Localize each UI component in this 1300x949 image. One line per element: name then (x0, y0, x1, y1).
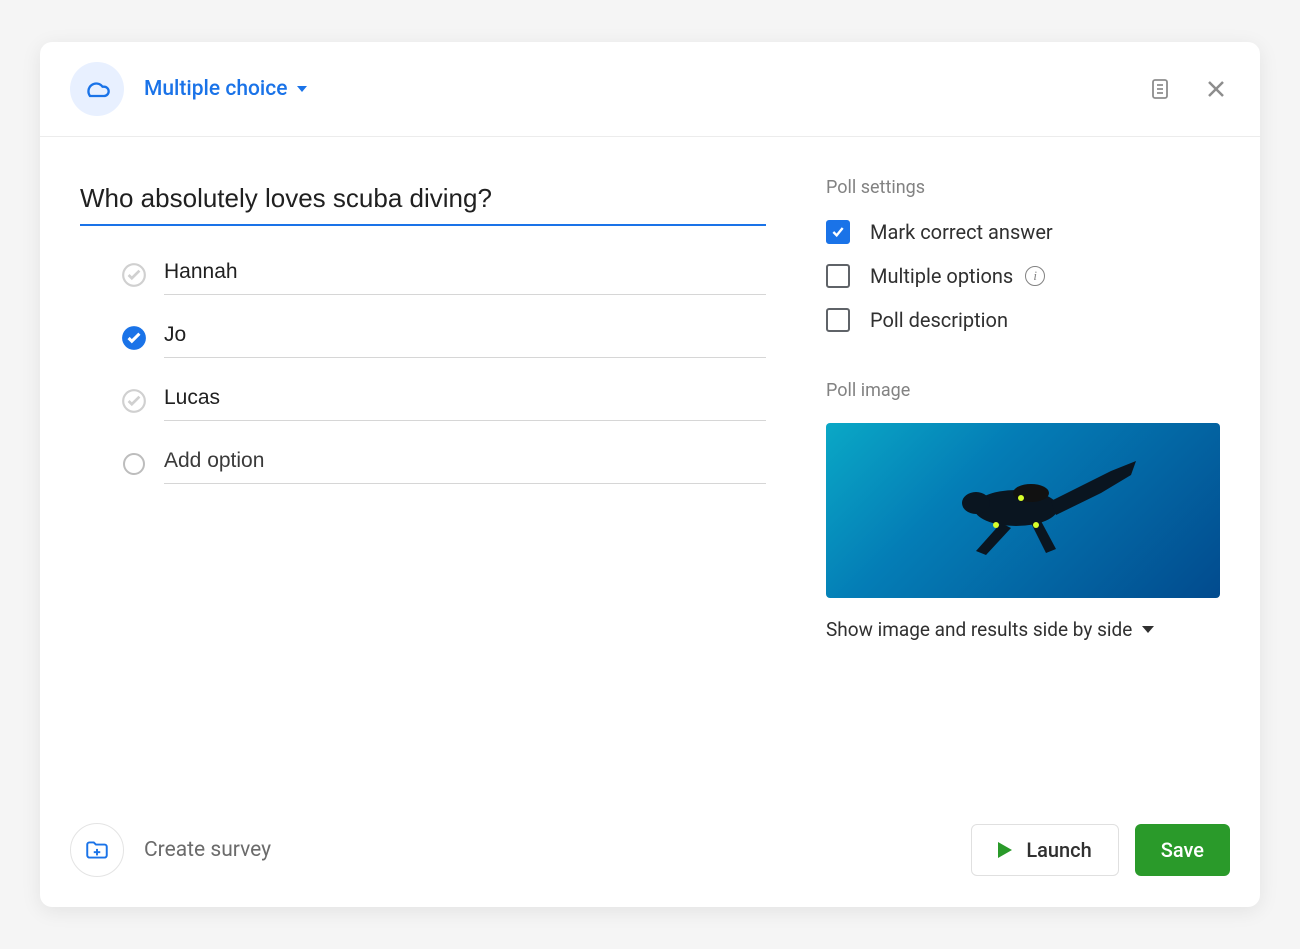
correct-marker-icon[interactable] (120, 324, 148, 352)
header: Multiple choice (40, 42, 1260, 137)
settings-title: Poll settings (826, 177, 1220, 198)
setting-multiple-options: Multiple options i (826, 264, 1220, 288)
close-icon[interactable] (1202, 75, 1230, 103)
option-input[interactable] (164, 254, 766, 295)
setting-label: Poll description (870, 308, 1008, 332)
add-option-label[interactable] (164, 443, 766, 484)
launch-label: Launch (1026, 838, 1091, 862)
poll-editor-card: Multiple choice (40, 42, 1260, 907)
side-column: Poll settings Mark correct answer Multip… (826, 177, 1220, 763)
checkbox[interactable] (826, 308, 850, 332)
notes-icon[interactable] (1146, 75, 1174, 103)
poll-image[interactable] (826, 423, 1220, 598)
content: Poll settings Mark correct answer Multip… (40, 137, 1260, 803)
footer: Create survey Launch Save (40, 803, 1260, 907)
add-option-row[interactable] (120, 443, 766, 484)
option-input[interactable] (164, 317, 766, 358)
radio-empty-icon (120, 450, 148, 478)
option-row (120, 317, 766, 358)
option-row (120, 254, 766, 295)
setting-mark-correct: Mark correct answer (826, 220, 1220, 244)
correct-marker-icon[interactable] (120, 261, 148, 289)
chevron-down-icon (1142, 626, 1154, 633)
play-icon (998, 842, 1012, 858)
poll-image-title: Poll image (826, 380, 1220, 401)
create-survey-icon[interactable] (70, 823, 124, 877)
checkbox[interactable] (826, 220, 850, 244)
option-input[interactable] (164, 380, 766, 421)
cloud-icon (70, 62, 124, 116)
main-column (80, 177, 826, 763)
question-input[interactable] (80, 177, 766, 226)
info-icon[interactable]: i (1025, 266, 1045, 286)
image-layout-label: Show image and results side by side (826, 618, 1132, 641)
setting-poll-description: Poll description (826, 308, 1220, 332)
scuba-diver-icon (906, 453, 1146, 573)
question-type-label: Multiple choice (144, 77, 287, 101)
setting-label: Mark correct answer (870, 220, 1053, 244)
save-button[interactable]: Save (1135, 824, 1230, 876)
create-survey-label[interactable]: Create survey (144, 838, 271, 862)
save-label: Save (1161, 838, 1204, 862)
option-row (120, 380, 766, 421)
image-layout-selector[interactable]: Show image and results side by side (826, 618, 1220, 641)
setting-label: Multiple options (870, 264, 1013, 288)
launch-button[interactable]: Launch (971, 824, 1118, 876)
question-type-selector[interactable]: Multiple choice (144, 77, 307, 101)
chevron-down-icon (297, 86, 307, 92)
correct-marker-icon[interactable] (120, 387, 148, 415)
checkbox[interactable] (826, 264, 850, 288)
options-list (80, 254, 766, 484)
